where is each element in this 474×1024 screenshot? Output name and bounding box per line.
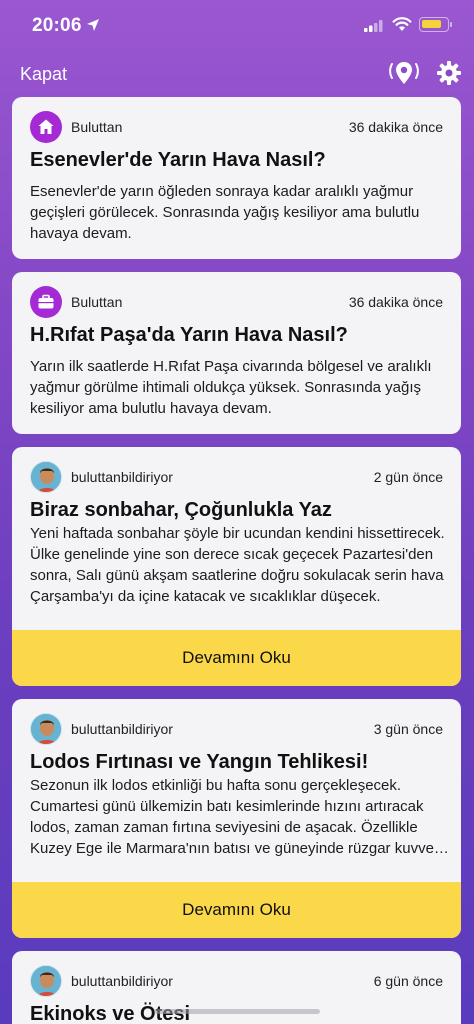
card-source: buluttanbildiriyor bbox=[71, 721, 173, 737]
status-time: 20:06 bbox=[32, 15, 82, 36]
card-time: 3 gün önce bbox=[373, 721, 443, 737]
read-more-button[interactable]: Devamını Oku bbox=[12, 882, 461, 938]
card-title: H.Rıfat Paşa'da Yarın Hava Nasıl? bbox=[30, 324, 348, 346]
blog-card[interactable]: buluttanbildiriyor 2 gün önce Biraz sonb… bbox=[12, 447, 461, 686]
card-source: Buluttan bbox=[71, 294, 123, 310]
card-source: buluttanbildiriyor bbox=[71, 973, 173, 989]
card-body: Yarın ilk saatlerde H.Rıfat Paşa civarın… bbox=[30, 358, 432, 417]
card-body: Esenevler'de yarın öğleden sonraya kadar… bbox=[30, 183, 420, 242]
read-more-button[interactable]: Devamını Oku bbox=[12, 630, 461, 686]
location-arrow-icon bbox=[87, 19, 99, 31]
location-pin-icon[interactable] bbox=[387, 59, 421, 89]
card-title: Biraz sonbahar, Çoğunlukla Yaz bbox=[30, 499, 332, 521]
card-source: Buluttan bbox=[71, 119, 123, 135]
avatar bbox=[30, 965, 62, 997]
card-source: buluttanbildiriyor bbox=[71, 469, 173, 485]
card-time: 6 gün önce bbox=[373, 973, 443, 989]
card-header: Buluttan 36 dakika önce bbox=[30, 286, 443, 318]
card-body: Yeni haftada sonbahar şöyle bir ucundan … bbox=[30, 525, 445, 605]
blog-card[interactable]: buluttanbildiriyor 3 gün önce Lodos Fırt… bbox=[12, 699, 461, 938]
card-header: buluttanbildiriyor 2 gün önce bbox=[30, 461, 443, 493]
notification-card[interactable]: Buluttan 36 dakika önce H.Rıfat Paşa'da … bbox=[12, 272, 461, 434]
nav-bar: Kapat bbox=[0, 52, 474, 96]
battery-level bbox=[422, 20, 441, 28]
card-time: 36 dakika önce bbox=[348, 294, 443, 310]
card-header: Buluttan 36 dakika önce bbox=[30, 111, 443, 143]
card-body: Sezonun ilk lodos etkinliği bu hafta son… bbox=[30, 777, 445, 857]
avatar bbox=[30, 713, 62, 745]
card-title: Esenevler'de Yarın Hava Nasıl? bbox=[30, 149, 326, 171]
cellular-signal-icon bbox=[364, 20, 383, 32]
settings-gear-icon[interactable] bbox=[436, 60, 462, 86]
avatar bbox=[30, 461, 62, 493]
home-indicator[interactable] bbox=[154, 1009, 320, 1014]
home-icon bbox=[30, 111, 62, 143]
close-button[interactable]: Kapat bbox=[20, 64, 67, 85]
card-title: Lodos Fırtınası ve Yangın Tehlikesi! bbox=[30, 751, 369, 773]
card-header: buluttanbildiriyor 3 gün önce bbox=[30, 713, 443, 745]
battery-icon bbox=[419, 17, 449, 32]
wifi-icon bbox=[392, 17, 412, 31]
notification-card[interactable]: Buluttan 36 dakika önce Esenevler'de Yar… bbox=[12, 97, 461, 259]
card-header: buluttanbildiriyor 6 gün önce bbox=[30, 965, 443, 997]
status-bar: 20:06 bbox=[0, 0, 474, 52]
battery-tip bbox=[450, 22, 452, 27]
card-time: 2 gün önce bbox=[373, 469, 443, 485]
briefcase-icon bbox=[30, 286, 62, 318]
card-time: 36 dakika önce bbox=[348, 119, 443, 135]
